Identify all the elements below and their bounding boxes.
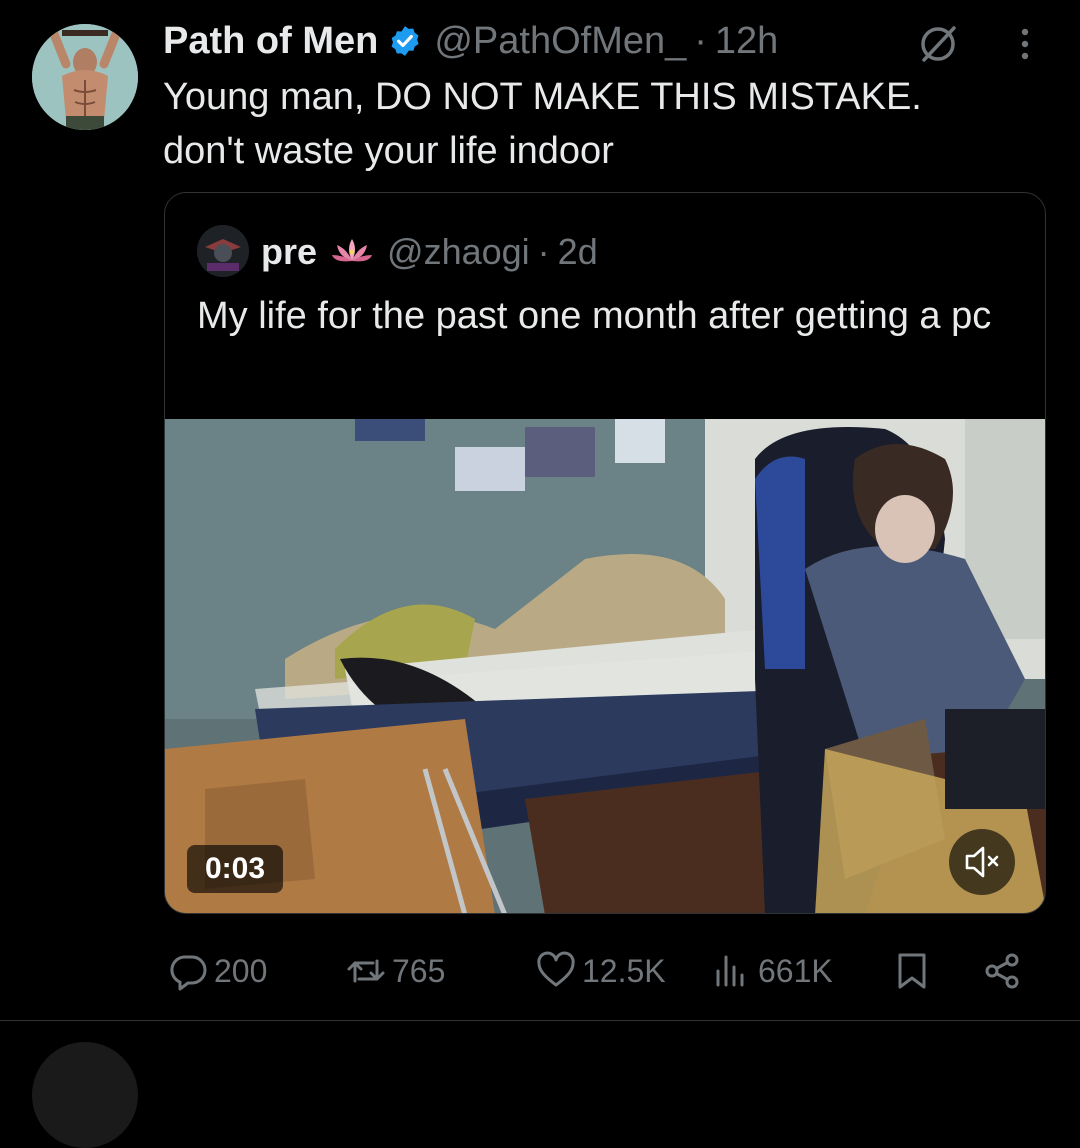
author-name[interactable]: Path of Men bbox=[163, 20, 378, 63]
next-tweet-avatar[interactable] bbox=[32, 1042, 138, 1148]
quote-time[interactable]: 2d bbox=[558, 231, 598, 273]
tweet-text: Young man, DO NOT MAKE THIS MISTAKE. don… bbox=[163, 70, 1043, 178]
repost-button[interactable]: 765 bbox=[346, 936, 445, 1006]
quote-text: My life for the past one month after get… bbox=[197, 295, 992, 337]
separator-dot: · bbox=[694, 19, 707, 62]
more-dots-icon[interactable] bbox=[1010, 22, 1040, 66]
quote-author-name[interactable]: pre bbox=[261, 231, 317, 273]
author-handle[interactable]: @PathOfMen_ bbox=[434, 20, 686, 63]
bookmark-icon bbox=[898, 953, 926, 989]
views-bars-icon bbox=[716, 955, 744, 987]
tweet-divider bbox=[0, 1020, 1080, 1021]
quote-author-handle[interactable]: @zhaogi bbox=[387, 231, 530, 273]
mute-button[interactable] bbox=[949, 829, 1015, 895]
author-avatar[interactable] bbox=[32, 24, 138, 130]
share-button[interactable] bbox=[982, 936, 1022, 1006]
tweet-time[interactable]: 12h bbox=[715, 20, 778, 63]
tweet-text-line2: don't waste your life indoor bbox=[163, 130, 614, 172]
reply-button[interactable]: 200 bbox=[168, 936, 267, 1006]
repost-icon bbox=[347, 959, 385, 983]
verified-badge-icon bbox=[391, 26, 419, 56]
views-button[interactable]: 661K bbox=[712, 936, 833, 1006]
quote-author-avatar[interactable] bbox=[197, 225, 249, 277]
muted-speaker-icon bbox=[965, 846, 999, 878]
like-count: 12.5K bbox=[582, 952, 666, 989]
tweet-text-line1: Young man, DO NOT MAKE THIS MISTAKE. bbox=[163, 76, 922, 118]
quote-header: pre @zhaogi · 2d bbox=[261, 227, 598, 277]
repost-count: 765 bbox=[392, 952, 446, 989]
share-icon bbox=[985, 953, 1019, 989]
like-button[interactable]: 12.5K bbox=[536, 936, 666, 1006]
tweet-header: Path of Men @PathOfMen_ · 12h bbox=[163, 14, 778, 68]
reply-count: 200 bbox=[214, 952, 268, 989]
quote-separator-dot: · bbox=[537, 231, 550, 272]
video-player[interactable]: 0:03 bbox=[165, 419, 1045, 913]
video-frame bbox=[165, 419, 1045, 913]
quoted-tweet[interactable]: pre @zhaogi · 2d My life for the past on… bbox=[164, 192, 1046, 914]
bookmark-button[interactable] bbox=[892, 936, 932, 1006]
video-timer: 0:03 bbox=[187, 845, 283, 893]
grok-icon[interactable] bbox=[916, 22, 960, 66]
view-count: 661K bbox=[758, 952, 833, 989]
reply-icon bbox=[170, 955, 207, 991]
lotus-icon bbox=[332, 239, 373, 262]
heart-icon bbox=[537, 951, 575, 987]
action-bar: 200 765 12.5K 661K bbox=[0, 936, 1080, 1006]
